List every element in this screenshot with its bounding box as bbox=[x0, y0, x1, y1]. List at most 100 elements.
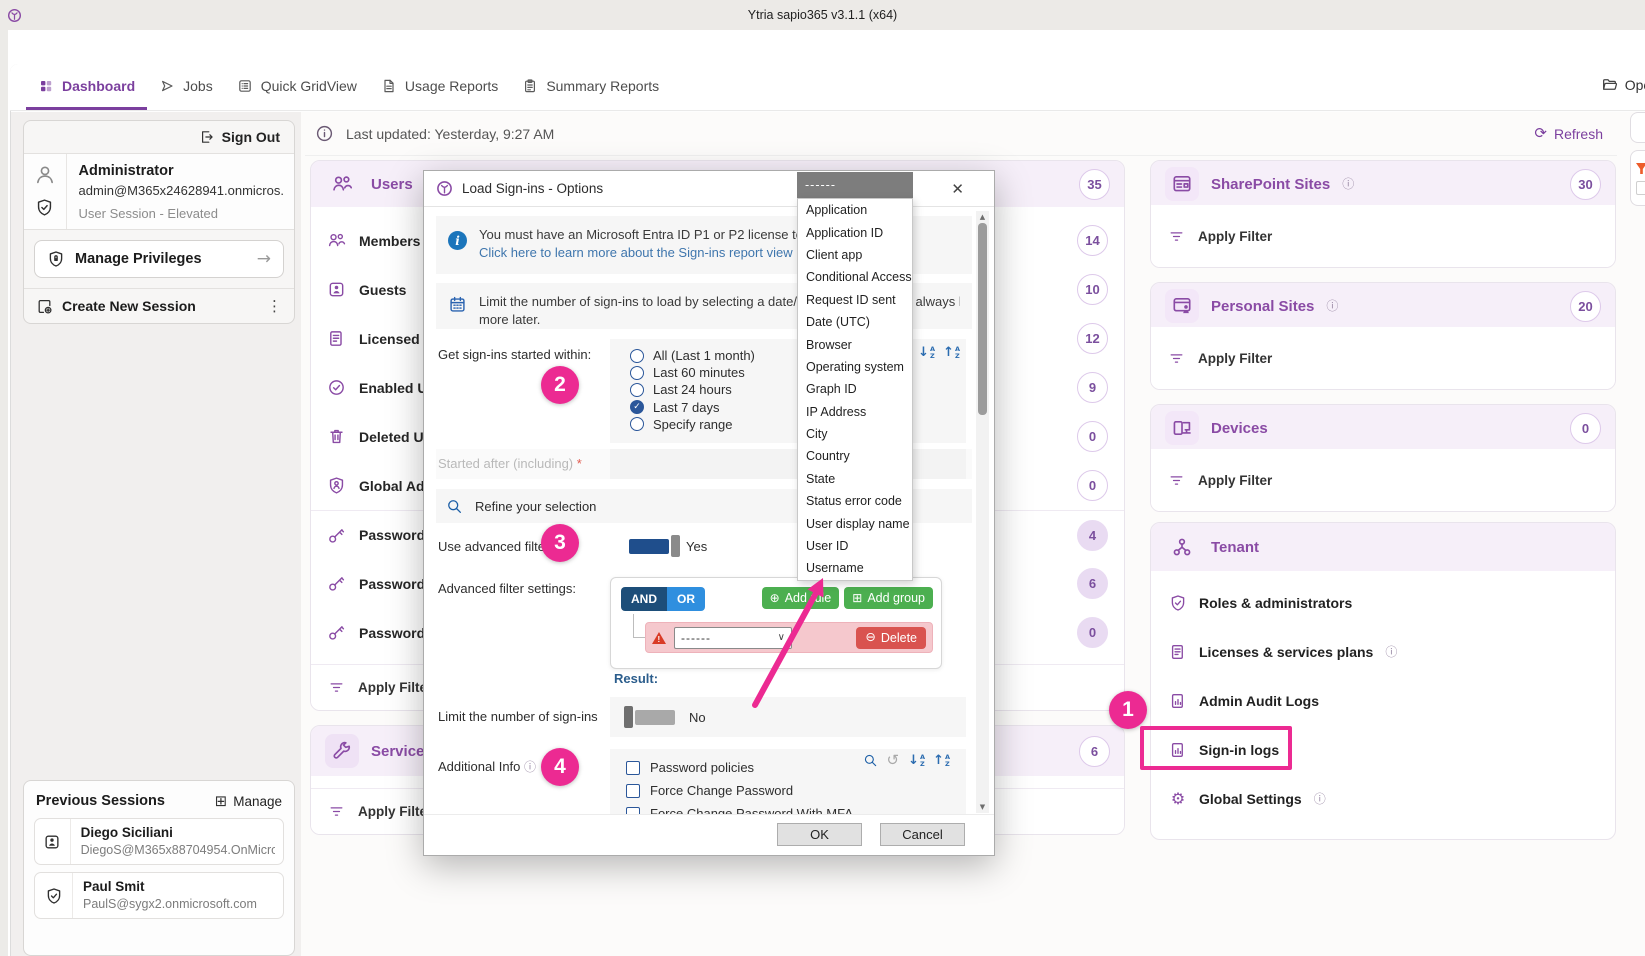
session-email: DiegoS@M365x88704954.OnMicro... bbox=[81, 843, 275, 857]
sign-out-button[interactable]: Sign Out bbox=[24, 121, 294, 154]
checkbox-icon[interactable] bbox=[626, 761, 640, 775]
radio-icon[interactable] bbox=[630, 383, 644, 397]
manage-sessions-button[interactable]: ⊞ Manage bbox=[215, 794, 282, 809]
kebab-menu-icon[interactable]: ⋮ bbox=[267, 299, 282, 314]
sort-icons[interactable]: ↓AZ ↑AZ bbox=[918, 345, 960, 360]
radio-label: Last 24 hours bbox=[653, 382, 732, 397]
card-header[interactable]: Personal Sitesⓘ20 bbox=[1151, 283, 1615, 329]
session-email: PaulS@sygx2.onmicrosoft.com bbox=[83, 897, 257, 911]
add-group-button[interactable]: ⊞ Add group bbox=[844, 587, 933, 609]
dropdown-item[interactable]: City bbox=[798, 423, 912, 445]
dropdown-item[interactable]: Client app bbox=[798, 244, 912, 266]
sort-icons[interactable]: ↓AZ ↑AZ bbox=[908, 753, 950, 768]
search-icon[interactable] bbox=[863, 753, 878, 768]
radio-icon[interactable] bbox=[630, 366, 644, 380]
dropdown-item[interactable]: Application ID bbox=[798, 221, 912, 243]
sort-desc-icon[interactable]: ↓AZ bbox=[908, 753, 925, 768]
dropdown-item[interactable]: Conditional Access bbox=[798, 266, 912, 288]
tenant-item-admin-audit-logs[interactable]: Admin Audit Logs bbox=[1151, 676, 1615, 725]
create-new-session-button[interactable]: Create New Session ⋮ bbox=[24, 288, 294, 323]
tenant-card: Tenant Roles & administratorsLicenses & … bbox=[1150, 522, 1616, 840]
apply-filter-button[interactable]: Apply Filter bbox=[1151, 327, 1615, 389]
delete-rule-button[interactable]: ⊖ Delete bbox=[856, 627, 926, 649]
card-icon-badge bbox=[1165, 289, 1199, 323]
dropdown-item[interactable]: Date (UTC) bbox=[798, 311, 912, 333]
dialog-footer: OK Cancel bbox=[424, 814, 994, 855]
radio-checked-icon[interactable]: ✓ bbox=[630, 400, 644, 414]
tab-usage-reports[interactable]: Usage Reports bbox=[369, 64, 510, 110]
dropdown-item[interactable]: User display name bbox=[798, 512, 912, 534]
advanced-filter-toggle[interactable] bbox=[629, 535, 680, 557]
radio-label: Last 7 days bbox=[653, 400, 720, 415]
dropdown-item[interactable]: Country bbox=[798, 445, 912, 467]
tenant-item-roles-administrators[interactable]: Roles & administrators bbox=[1151, 578, 1615, 627]
dropdown-item[interactable]: Application bbox=[798, 199, 912, 221]
card-header[interactable]: Devices0 bbox=[1151, 405, 1615, 451]
apply-filter-button[interactable]: Apply Filter bbox=[1151, 449, 1615, 511]
sign-out-icon bbox=[199, 129, 215, 145]
advanced-filter-value: Yes bbox=[686, 539, 707, 554]
card-icon-badge bbox=[1165, 411, 1199, 445]
tenant-card-header[interactable]: Tenant bbox=[1151, 523, 1615, 571]
previous-sessions-title: Previous Sessions bbox=[36, 793, 215, 809]
annotation-step-1: 1 bbox=[1109, 691, 1147, 729]
limit-signins-toggle[interactable] bbox=[624, 706, 675, 728]
tenant-item-global-settings[interactable]: ⚙Global Settingsⓘ bbox=[1151, 774, 1615, 823]
tab-summary-reports[interactable]: Summary Reports bbox=[510, 64, 671, 110]
manage-privileges-button[interactable]: Manage Privileges → bbox=[34, 240, 284, 278]
radio-icon[interactable] bbox=[630, 349, 644, 363]
tab-jobs[interactable]: Jobs bbox=[147, 64, 225, 110]
scrollbar-thumb[interactable] bbox=[978, 223, 987, 415]
checkbox-option[interactable]: Force Change Password bbox=[626, 779, 956, 802]
sort-asc-icon[interactable]: ↑AZ bbox=[933, 753, 950, 768]
shield-check-icon bbox=[1169, 594, 1187, 612]
and-button[interactable]: AND bbox=[621, 587, 667, 611]
sort-asc-icon[interactable]: ↑AZ bbox=[943, 345, 960, 360]
card-count-badge: 20 bbox=[1570, 291, 1601, 322]
dropdown-item[interactable]: Browser bbox=[798, 333, 912, 355]
key-icon bbox=[327, 526, 346, 545]
previous-sessions-card: Previous Sessions ⊞ Manage Diego Sicilia… bbox=[23, 780, 295, 956]
checkbox-icon[interactable] bbox=[626, 784, 640, 798]
tenant-item-licenses-services-plans[interactable]: Licenses & services plansⓘ bbox=[1151, 627, 1615, 676]
toggle-bar bbox=[629, 539, 669, 554]
doc-lines-icon bbox=[1169, 643, 1187, 661]
dropdown-list: ApplicationApplication IDClient appCondi… bbox=[797, 198, 913, 581]
radio-icon[interactable] bbox=[630, 417, 644, 431]
or-button[interactable]: OR bbox=[667, 587, 705, 611]
grid-icon: ⊞ bbox=[215, 794, 228, 809]
dropdown-selected-item[interactable]: ------ bbox=[797, 172, 913, 198]
tab-dashboard[interactable]: Dashboard bbox=[26, 64, 147, 110]
session-name: Diego Siciliani bbox=[81, 825, 275, 840]
manage-privileges-label: Manage Privileges bbox=[75, 251, 247, 267]
apply-filter-button[interactable]: Apply Filter bbox=[1151, 205, 1615, 267]
calendar-icon bbox=[448, 295, 467, 314]
dropdown-item[interactable]: Status error code bbox=[798, 490, 912, 512]
open-button[interactable]: Open bbox=[1601, 76, 1645, 93]
dialog-scrollbar[interactable]: ▲ ▼ bbox=[976, 211, 989, 813]
row-count-badge: 12 bbox=[1077, 323, 1108, 354]
scroll-up-icon[interactable]: ▲ bbox=[976, 213, 989, 221]
cancel-button[interactable]: Cancel bbox=[880, 823, 965, 846]
dropdown-item[interactable]: IP Address bbox=[798, 401, 912, 423]
row-label: Guests bbox=[359, 282, 406, 298]
dropdown-item[interactable]: Operating system bbox=[798, 356, 912, 378]
close-icon[interactable]: ✕ bbox=[945, 178, 970, 200]
dropdown-item[interactable]: User ID bbox=[798, 535, 912, 557]
dropdown-item[interactable]: Request ID sent bbox=[798, 289, 912, 311]
scroll-down-icon[interactable]: ▼ bbox=[976, 803, 989, 811]
card-personal-sites: Personal Sitesⓘ20Apply Filter bbox=[1150, 282, 1616, 390]
tab-quick-gridview[interactable]: Quick GridView bbox=[225, 64, 369, 110]
card-header[interactable]: SharePoint Sitesⓘ30 bbox=[1151, 161, 1615, 207]
create-session-icon bbox=[36, 298, 53, 315]
dropdown-item[interactable]: State bbox=[798, 468, 912, 490]
previous-session-item[interactable]: Diego Siciliani DiegoS@M365x88704954.OnMi… bbox=[34, 818, 284, 865]
refresh-button[interactable]: ⟳ Refresh bbox=[1534, 126, 1603, 142]
undo-icon[interactable]: ↺ bbox=[887, 753, 900, 768]
sign-out-label: Sign Out bbox=[222, 129, 280, 145]
previous-session-item[interactable]: Paul SmitPaulS@sygx2.onmicrosoft.com bbox=[34, 872, 284, 919]
dropdown-item[interactable]: Graph ID bbox=[798, 378, 912, 400]
sort-desc-icon[interactable]: ↓AZ bbox=[918, 345, 935, 360]
ok-button[interactable]: OK bbox=[777, 823, 862, 846]
cutoff-box bbox=[1636, 181, 1645, 195]
